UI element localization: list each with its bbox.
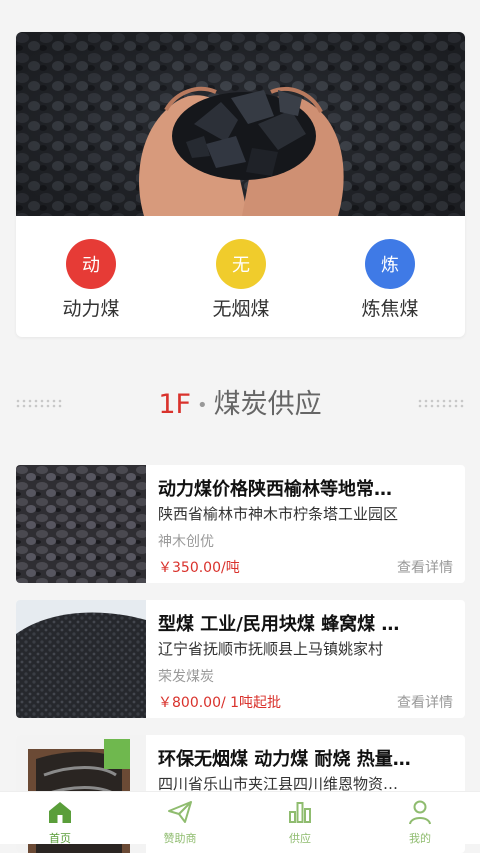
paper-plane-icon — [168, 801, 192, 823]
product-title: 环保无烟煤 动力煤 耐烧 热量… — [158, 749, 411, 770]
category-icon-char: 动 — [82, 255, 100, 276]
category-label: 炼焦煤 — [361, 298, 419, 320]
product-title: 型煤 工业/民用块煤 蜂窝煤 … — [158, 614, 400, 635]
tab-supply[interactable]: 供应 — [240, 792, 360, 845]
product-company: 神木创优 — [158, 534, 214, 550]
tab-label: 赞助商 — [163, 832, 197, 845]
product-company: 荣发煤炭 — [158, 669, 214, 685]
bottom-tab-bar: 首页 赞助商 供应 我的 — [0, 791, 480, 845]
product-address: 陕西省榆林市神木市柠条塔工业园区 — [158, 505, 399, 523]
product-card[interactable]: 动力煤价格陕西榆林等地常… 陕西省榆林市神木市柠条塔工业园区 神木创优 ￥350… — [16, 465, 465, 583]
product-image — [16, 600, 146, 718]
category-anthracite[interactable]: 无 无烟煤 — [166, 216, 316, 337]
category-label: 无烟煤 — [212, 298, 270, 320]
power-coal-icon: 动 — [66, 239, 116, 289]
tab-home[interactable]: 首页 — [0, 792, 120, 845]
product-title: 动力煤价格陕西榆林等地常… — [158, 479, 392, 500]
floor-title: 1F • 煤炭供应 — [0, 382, 480, 421]
hero-card: 动 动力煤 无 无烟煤 炼 炼焦煤 — [16, 32, 465, 337]
tab-sponsors[interactable]: 赞助商 — [120, 792, 240, 845]
right-dots-decoration — [418, 399, 464, 408]
product-price: ￥350.00/吨 — [158, 560, 240, 576]
user-icon — [409, 800, 431, 825]
product-card[interactable]: 型煤 工业/民用块煤 蜂窝煤 … 辽宁省抚顺市抚顺县上马镇姚家村 荣发煤炭 ￥8… — [16, 600, 465, 718]
floor-header: 1F • 煤炭供应 — [0, 380, 480, 426]
floor-separator: • — [197, 395, 208, 416]
banner-image[interactable] — [16, 32, 465, 216]
floor-title-text: 煤炭供应 — [213, 389, 322, 420]
category-row: 动 动力煤 无 无烟煤 炼 炼焦煤 — [16, 216, 465, 337]
tab-mine[interactable]: 我的 — [360, 792, 480, 845]
product-price: ￥800.00/ 1吨起批 — [158, 695, 282, 711]
floor-number: 1F — [158, 389, 192, 420]
category-icon-char: 炼 — [381, 255, 399, 276]
bar-chart-icon — [289, 802, 311, 823]
category-icon-char: 无 — [232, 255, 250, 276]
view-details-link[interactable]: 查看详情 — [397, 557, 453, 577]
tab-label: 供应 — [289, 832, 311, 845]
view-details-link[interactable]: 查看详情 — [397, 692, 453, 712]
coking-coal-icon: 炼 — [365, 239, 415, 289]
product-address: 辽宁省抚顺市抚顺县上马镇姚家村 — [158, 640, 384, 658]
category-power-coal[interactable]: 动 动力煤 — [16, 216, 166, 337]
category-label: 动力煤 — [62, 298, 120, 320]
tab-label: 首页 — [49, 832, 71, 845]
category-coking-coal[interactable]: 炼 炼焦煤 — [315, 216, 465, 337]
home-icon — [49, 802, 71, 823]
anthracite-icon: 无 — [216, 239, 266, 289]
tab-label: 我的 — [409, 832, 431, 845]
product-image — [16, 465, 146, 583]
